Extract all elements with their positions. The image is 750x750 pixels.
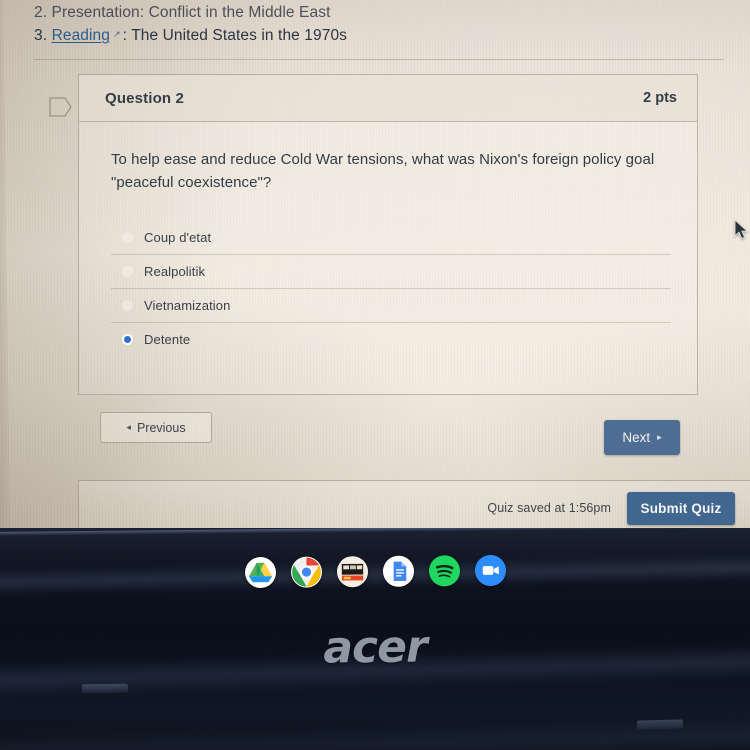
question-header: Question 2 2 pts	[79, 75, 697, 122]
zoom-icon[interactable]	[474, 554, 506, 586]
radio-button-selected-icon[interactable]	[122, 334, 133, 345]
quiz-saved-status: Quiz saved at 1:56pm	[487, 501, 611, 515]
screen-bezel-lip	[0, 528, 750, 536]
spotify-icon[interactable]	[428, 554, 460, 587]
google-chrome-icon[interactable]	[290, 555, 322, 588]
module-number: 3.	[34, 27, 48, 44]
page-gutter	[0, 0, 11, 554]
answer-options: Coup d'etat Realpolitik Vietnamization D…	[111, 221, 671, 357]
submit-quiz-button[interactable]: Submit Quiz	[627, 491, 735, 525]
answer-option-vietnamization[interactable]: Vietnamization	[111, 289, 671, 323]
submit-quiz-label: Submit Quiz	[640, 500, 722, 516]
previous-button[interactable]: ◂ Previous	[100, 412, 212, 443]
quiz-page: 2. Presentation: Conflict in the Middle …	[16, 4, 750, 562]
answer-option-realpolitik[interactable]: Realpolitik	[111, 255, 671, 289]
mouse-pointer-icon	[734, 219, 749, 240]
external-link-icon: ↗	[113, 29, 121, 39]
google-docs-icon[interactable]	[382, 555, 414, 587]
media-app-icon[interactable]	[336, 555, 368, 587]
question-points: 2 pts	[643, 90, 677, 106]
radio-button-icon[interactable]	[122, 265, 133, 277]
radio-button-icon[interactable]	[122, 299, 133, 311]
photo-of-laptop-screen: 2. Presentation: Conflict in the Middle …	[0, 0, 750, 750]
answer-option-label: Detente	[144, 332, 191, 347]
next-button-label: Next	[622, 430, 651, 445]
module-title: : The United States in the 1970s	[122, 27, 348, 44]
hinge-detail	[636, 719, 684, 730]
google-drive-icon[interactable]	[244, 556, 276, 588]
chromeos-shelf	[0, 545, 750, 598]
flag-outline-icon[interactable]	[49, 97, 73, 117]
module-item-current: 3. Reading ↗: The United States in the 19…	[34, 27, 347, 45]
answer-option-label: Realpolitik	[144, 263, 206, 279]
question-text: To help ease and reduce Cold War tension…	[111, 151, 655, 192]
divider	[34, 59, 724, 60]
previous-button-label: Previous	[136, 420, 186, 435]
module-reading-link[interactable]: Reading	[52, 27, 110, 44]
module-item-previous-label: 2. Presentation: Conflict in the Middle …	[34, 4, 331, 21]
radio-button-icon[interactable]	[122, 231, 133, 243]
answer-option-label: Coup d'etat	[144, 229, 212, 245]
hinge-detail	[81, 683, 129, 694]
chevron-left-icon: ◂	[126, 422, 131, 432]
answer-option-label: Vietnamization	[144, 297, 231, 313]
next-button[interactable]: Next ▸	[604, 420, 680, 455]
chevron-right-icon: ▸	[657, 432, 662, 442]
answer-option-detente[interactable]: Detente	[111, 323, 671, 357]
question-body: To help ease and reduce Cold War tension…	[79, 122, 697, 357]
acer-logo: acer	[323, 621, 427, 674]
question-title: Question 2	[105, 89, 185, 107]
module-item-previous[interactable]: 2. Presentation: Conflict in the Middle …	[34, 4, 330, 22]
answer-option-coup-detat[interactable]: Coup d'etat	[111, 221, 671, 255]
question-card: Question 2 2 pts To help ease and reduce…	[78, 74, 698, 395]
